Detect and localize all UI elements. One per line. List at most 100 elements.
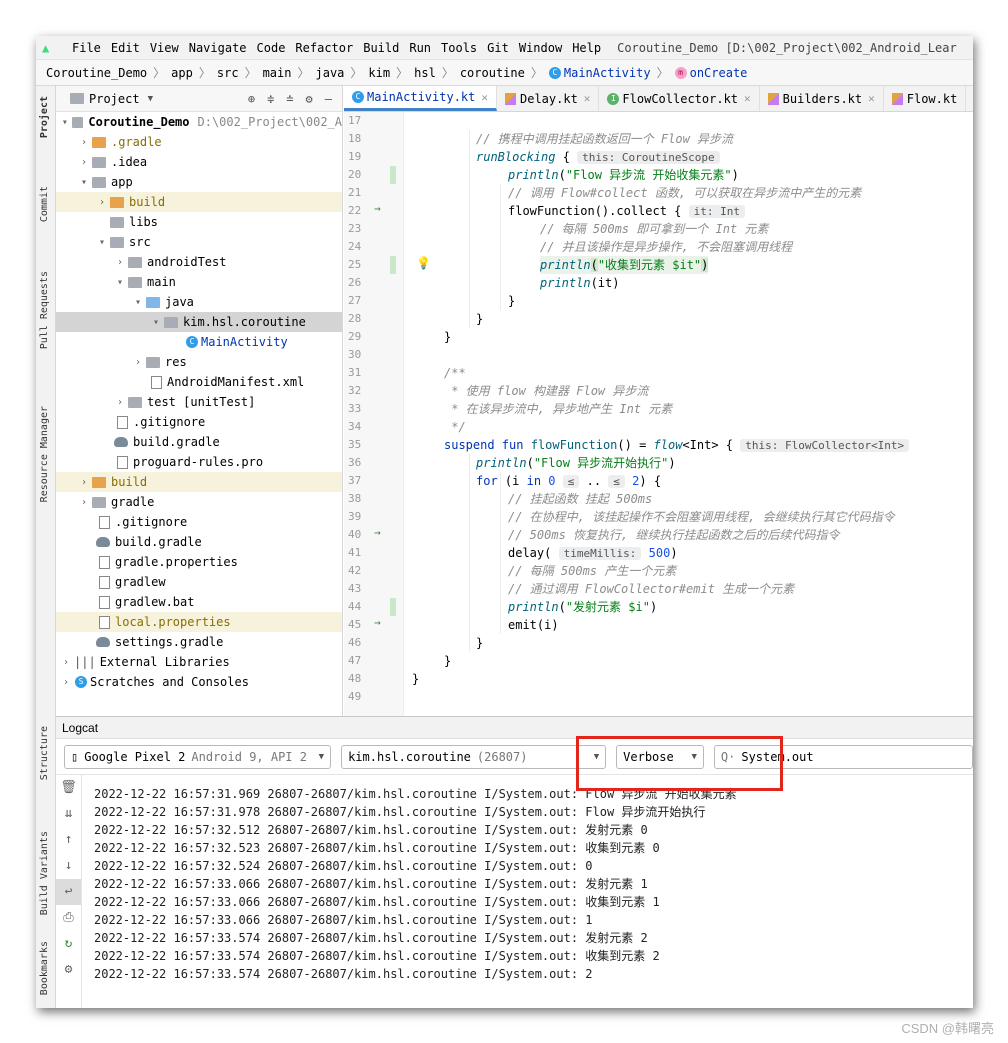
tab-flowcollector[interactable]: I FlowCollector.kt ✕ xyxy=(599,86,760,111)
menu-tools[interactable]: Tools xyxy=(441,41,477,55)
tree-item[interactable]: build.gradle xyxy=(56,432,342,452)
menu-navigate[interactable]: Navigate xyxy=(189,41,247,55)
tree-item[interactable]: ▾ java xyxy=(56,292,342,312)
tree-item-selected[interactable]: ▾ kim.hsl.coroutine xyxy=(56,312,342,332)
tree-item[interactable]: ▾ src xyxy=(56,232,342,252)
expand-all-icon[interactable]: ≑ xyxy=(267,92,274,106)
tree-item[interactable]: .gitignore xyxy=(56,512,342,532)
chevron-right-icon[interactable]: › xyxy=(114,257,126,268)
tab-builders[interactable]: Builders.kt ✕ xyxy=(760,86,884,111)
breadcrumb-item[interactable]: java xyxy=(316,66,345,80)
breadcrumb-item[interactable]: kim xyxy=(368,66,390,80)
tool-tab-project[interactable]: Project xyxy=(39,96,50,138)
tab-delay[interactable]: Delay.kt ✕ xyxy=(497,86,600,111)
print-icon[interactable]: ⎙ xyxy=(56,905,81,931)
tree-item[interactable]: gradlew.bat xyxy=(56,592,342,612)
collapse-all-icon[interactable]: ≐ xyxy=(286,92,293,106)
tree-item[interactable]: › androidTest xyxy=(56,252,342,272)
tree-item[interactable]: › build xyxy=(56,192,342,212)
chevron-right-icon[interactable]: › xyxy=(78,497,90,508)
tool-tab-commit[interactable]: Commit xyxy=(39,186,50,222)
tree-item[interactable]: › gradle xyxy=(56,492,342,512)
breadcrumb-item[interactable]: Coroutine_Demo xyxy=(46,66,147,80)
tree-item-root[interactable]: ▾ Coroutine_Demo D:\002_Project\002_A xyxy=(56,112,342,132)
menu-build[interactable]: Build xyxy=(363,41,399,55)
chevron-right-icon[interactable]: › xyxy=(132,357,144,368)
gear-icon[interactable]: ⚙ xyxy=(306,92,313,106)
lightbulb-icon[interactable]: 💡 xyxy=(416,256,431,270)
soft-wrap-icon[interactable]: ↩ xyxy=(56,879,81,905)
tool-tab-build-variants[interactable]: Build Variants xyxy=(39,831,50,915)
device-selector[interactable]: ▯ Google Pixel 2 Android 9, API 2 ▼ xyxy=(64,744,332,769)
tree-item[interactable]: › .idea xyxy=(56,152,342,172)
menu-code[interactable]: Code xyxy=(257,41,286,55)
menu-help[interactable]: Help xyxy=(572,41,601,55)
close-icon[interactable]: ✕ xyxy=(744,92,751,105)
chevron-down-icon[interactable]: ▾ xyxy=(114,277,126,288)
breadcrumb-item[interactable]: app xyxy=(171,66,193,80)
menu-window[interactable]: Window xyxy=(519,41,562,55)
process-selector[interactable]: kim.hsl.coroutine (26807) ▼ xyxy=(341,744,607,769)
tree-item[interactable]: ▾ main xyxy=(56,272,342,292)
tab-flow[interactable]: Flow.kt xyxy=(884,86,967,111)
tree-item[interactable]: gradlew xyxy=(56,572,342,592)
tree-item[interactable]: proguard-rules.pro xyxy=(56,452,342,472)
breadcrumb-item[interactable]: src xyxy=(217,66,239,80)
trash-icon[interactable]: 🗑 xyxy=(56,775,81,801)
tree-item[interactable]: gradle.properties xyxy=(56,552,342,572)
up-icon[interactable]: ↑ xyxy=(56,827,81,853)
tree-item[interactable]: › res xyxy=(56,352,342,372)
close-icon[interactable]: ✕ xyxy=(868,92,875,105)
chevron-right-icon[interactable]: › xyxy=(96,197,108,208)
hide-icon[interactable]: — xyxy=(325,92,332,106)
close-icon[interactable]: ✕ xyxy=(481,91,488,104)
tree-item[interactable]: .gitignore xyxy=(56,412,342,432)
tool-tab-pull-requests[interactable]: Pull Requests xyxy=(39,271,50,349)
tree-item[interactable]: › S Scratches and Consoles xyxy=(56,672,342,692)
scroll-to-end-icon[interactable]: ⇊ xyxy=(56,801,81,827)
tab-mainactivity[interactable]: C MainActivity.kt ✕ xyxy=(344,86,497,111)
tree-item[interactable]: ▾ app xyxy=(56,172,342,192)
breadcrumb-item[interactable]: coroutine xyxy=(460,66,525,80)
tree-item[interactable]: C MainActivity xyxy=(56,332,342,352)
tree-item[interactable]: › build xyxy=(56,472,342,492)
tree-item[interactable]: AndroidManifest.xml xyxy=(56,372,342,392)
menu-git[interactable]: Git xyxy=(487,41,509,55)
locate-icon[interactable]: ⊕ xyxy=(248,92,255,106)
tree-item[interactable]: local.properties xyxy=(56,612,342,632)
tool-tab-resource-manager[interactable]: Resource Manager xyxy=(39,406,50,502)
chevron-down-icon[interactable]: ▾ xyxy=(60,117,70,128)
chevron-down-icon[interactable]: ▼ xyxy=(148,94,153,104)
tree-item[interactable]: › test [unitTest] xyxy=(56,392,342,412)
chevron-down-icon[interactable]: ▾ xyxy=(78,177,90,188)
tool-tab-structure[interactable]: Structure xyxy=(39,726,50,780)
breadcrumb-item[interactable]: MainActivity xyxy=(564,66,651,80)
chevron-down-icon[interactable]: ▾ xyxy=(150,317,162,328)
chevron-right-icon[interactable]: › xyxy=(78,157,90,168)
chevron-right-icon[interactable]: › xyxy=(78,477,90,488)
menu-edit[interactable]: Edit xyxy=(111,41,140,55)
tree-item[interactable]: libs xyxy=(56,212,342,232)
tree-item[interactable]: settings.gradle xyxy=(56,632,342,652)
project-view-selector[interactable]: Project xyxy=(89,92,140,106)
breadcrumb-item[interactable]: hsl xyxy=(414,66,436,80)
gear-icon[interactable]: ⚙ xyxy=(56,957,81,983)
menu-view[interactable]: View xyxy=(150,41,179,55)
chevron-down-icon[interactable]: ▾ xyxy=(132,297,144,308)
menu-run[interactable]: Run xyxy=(409,41,431,55)
chevron-right-icon[interactable]: › xyxy=(60,657,72,668)
menu-file[interactable]: File xyxy=(72,41,101,55)
tree-item[interactable]: build.gradle xyxy=(56,532,342,552)
tree-item[interactable]: › .gradle xyxy=(56,132,342,152)
chevron-right-icon[interactable]: › xyxy=(78,137,90,148)
breadcrumb-item[interactable]: main xyxy=(263,66,292,80)
close-icon[interactable]: ✕ xyxy=(584,92,591,105)
chevron-right-icon[interactable]: › xyxy=(60,677,72,688)
tree-item[interactable]: › ||| External Libraries xyxy=(56,652,342,672)
breadcrumb-item[interactable]: onCreate xyxy=(690,66,748,80)
restart-icon[interactable]: ↻ xyxy=(56,931,81,957)
chevron-down-icon[interactable]: ▾ xyxy=(96,237,108,248)
down-icon[interactable]: ↓ xyxy=(56,853,81,879)
menu-refactor[interactable]: Refactor xyxy=(295,41,353,55)
chevron-right-icon[interactable]: › xyxy=(114,397,126,408)
